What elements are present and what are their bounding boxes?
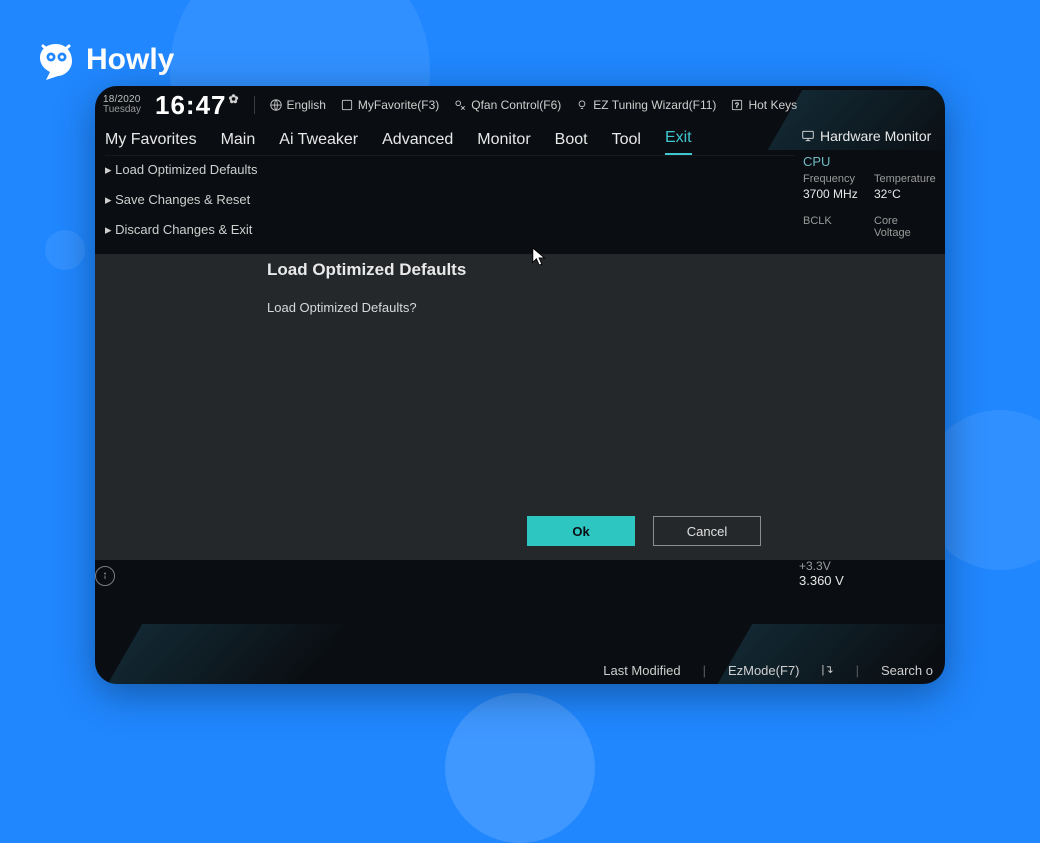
svg-text:?: ?	[735, 102, 739, 109]
tab-boot[interactable]: Boot	[555, 131, 588, 155]
exit-menu: Load Optimized Defaults Save Changes & R…	[105, 162, 705, 238]
hwmon-temp-value: 32°C	[874, 187, 937, 201]
hwmon-freq-label: Frequency	[803, 173, 866, 185]
top-bar: 18/2020 Tuesday 16:47 ✿ English MyFavori…	[95, 92, 945, 118]
hwmon-title: Hardware Monitor	[820, 128, 931, 144]
favorite-icon	[340, 98, 354, 112]
language-label: English	[287, 98, 326, 112]
tab-main[interactable]: Main	[221, 131, 256, 155]
monitor-icon	[801, 129, 815, 143]
brand-name: Howly	[86, 43, 174, 77]
separator: |	[856, 663, 859, 678]
bios-screenshot: 18/2020 Tuesday 16:47 ✿ English MyFavori…	[95, 86, 945, 684]
bulb-icon	[575, 98, 589, 112]
eztuning-label: EZ Tuning Wizard(F11)	[593, 98, 716, 112]
globe-icon	[269, 98, 283, 112]
help-icon: ?	[730, 98, 744, 112]
tab-tool[interactable]: Tool	[612, 131, 641, 155]
qfan-button[interactable]: Qfan Control(F6)	[453, 98, 561, 112]
ok-button[interactable]: Ok	[527, 516, 635, 546]
day-text: Tuesday	[103, 105, 141, 115]
date-block: 18/2020 Tuesday	[103, 95, 141, 115]
brand-logo: Howly	[36, 40, 174, 80]
tab-aitweaker[interactable]: Ai Tweaker	[279, 131, 358, 155]
myfavorite-button[interactable]: MyFavorite(F3)	[340, 98, 439, 112]
exit-item-save-reset[interactable]: Save Changes & Reset	[105, 192, 705, 208]
hwmon-corev-label: Core Voltage	[874, 215, 937, 239]
info-glyph-icon	[99, 570, 111, 582]
tab-monitor[interactable]: Monitor	[477, 131, 530, 155]
separator: |	[703, 663, 706, 678]
hwmon-33v-value: 3.360 V	[799, 573, 939, 588]
tab-exit[interactable]: Exit	[665, 129, 692, 155]
separator	[254, 96, 255, 114]
exit-item-discard-exit[interactable]: Discard Changes & Exit	[105, 222, 705, 238]
bg-circle	[45, 230, 85, 270]
load-defaults-dialog: Load Optimized Defaults Load Optimized D…	[267, 260, 767, 315]
qfan-label: Qfan Control(F6)	[471, 98, 561, 112]
clock: 16:47 ✿	[155, 90, 240, 121]
footer-ezmode-collapse-icon[interactable]: |↴	[821, 663, 833, 678]
eztuning-button[interactable]: EZ Tuning Wizard(F11)	[575, 98, 716, 112]
tab-advanced[interactable]: Advanced	[382, 131, 453, 155]
myfavorite-label: MyFavorite(F3)	[358, 98, 439, 112]
dialog-title: Load Optimized Defaults	[267, 260, 767, 280]
bg-circle	[445, 693, 595, 843]
owl-icon	[36, 40, 76, 80]
footer-bar: Last Modified | EzMode(F7) |↴ | Search o	[95, 663, 945, 678]
info-icon[interactable]	[95, 566, 115, 586]
footer-lastmod[interactable]: Last Modified	[603, 663, 680, 678]
hwmon-cpu-label: CPU	[795, 148, 945, 171]
hotkeys-label: Hot Keys	[748, 98, 797, 112]
clock-text: 16:47	[155, 90, 227, 121]
footer-search[interactable]: Search o	[881, 663, 933, 678]
main-tabs: My Favorites Main Ai Tweaker Advanced Mo…	[105, 124, 795, 156]
tab-myfavorites[interactable]: My Favorites	[105, 131, 197, 155]
exit-item-load-defaults[interactable]: Load Optimized Defaults	[105, 162, 705, 178]
dialog-message: Load Optimized Defaults?	[267, 300, 767, 315]
hwmon-title-row: Hardware Monitor	[795, 124, 945, 148]
cancel-button[interactable]: Cancel	[653, 516, 761, 546]
hotkeys-button[interactable]: ? Hot Keys	[730, 98, 797, 112]
gear-icon[interactable]: ✿	[228, 92, 239, 106]
hwmon-freq-value: 3700 MHz	[803, 187, 866, 201]
footer-ezmode[interactable]: EzMode(F7)	[728, 663, 800, 678]
hwmon-bottom: +3.3V 3.360 V	[799, 559, 939, 588]
dialog-buttons: Ok Cancel	[527, 516, 761, 546]
hardware-monitor: Hardware Monitor CPU Frequency Temperatu…	[795, 124, 945, 241]
language-button[interactable]: English	[269, 98, 326, 112]
fan-icon	[453, 98, 467, 112]
hwmon-temp-label: Temperature	[874, 173, 937, 185]
hwmon-bclk-label: BCLK	[803, 215, 866, 239]
hwmon-33v-label: +3.3V	[799, 559, 939, 573]
